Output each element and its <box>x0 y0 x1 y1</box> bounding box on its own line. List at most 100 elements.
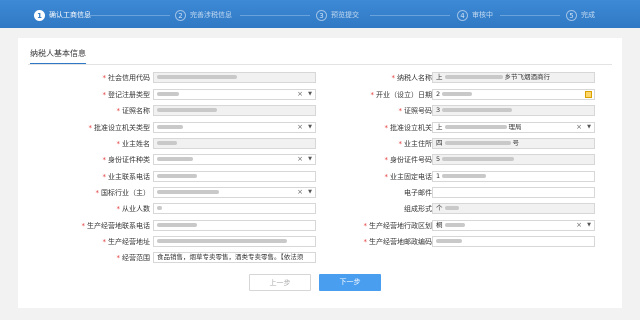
next-step-button[interactable]: 下一步 <box>319 274 381 291</box>
approve-org-row: * 批准设立机关 <box>384 124 433 132</box>
previous-step-button[interactable]: 上一步 <box>249 274 311 291</box>
redacted-value <box>157 206 162 210</box>
step-label: 预览提交 <box>331 11 359 19</box>
cert-name-row: * 证照名称 <box>116 107 151 115</box>
owner-address-field[interactable]: 四号 <box>432 138 595 149</box>
biz-phone-label: 生产经营地联系电话 <box>87 222 150 230</box>
industry-row: * 国标行业（主） <box>95 189 151 197</box>
step-number: 5 <box>566 9 577 21</box>
owner-phone-row: * 业主联系电话 <box>102 173 151 181</box>
biz-phone-row: * 生产经营地联系电话 <box>81 222 151 230</box>
redacted-value <box>442 108 513 112</box>
step-label: 完善涉税信息 <box>190 11 232 19</box>
employees-row: * 从业人数 <box>116 205 151 213</box>
email-row: 电子邮件 <box>318 187 432 199</box>
reg-type-row: * 登记注册类型 <box>102 91 151 99</box>
redacted-value <box>157 157 193 161</box>
taxpayer-name-field[interactable]: 上乡节飞烟酒商行 <box>432 72 595 83</box>
redacted-value <box>157 75 237 79</box>
postal-code-field[interactable] <box>432 236 595 247</box>
chevron-down-icon[interactable]: ▼ <box>587 123 591 132</box>
redacted-value <box>157 92 179 96</box>
calendar-icon[interactable] <box>585 91 592 98</box>
cert-no-row: * 证照号码 <box>398 107 433 115</box>
step-4: 4 审核中 <box>457 7 493 23</box>
postal-code-label: 生产经营地邮政编码 <box>369 238 432 246</box>
org-form-field[interactable]: 个 <box>432 203 595 214</box>
approve-org-label: 批准设立机关 <box>390 124 432 132</box>
approve-type-select[interactable]: × ▼ <box>153 122 316 133</box>
employees-label: 从业人数 <box>122 205 150 213</box>
credit-code-field[interactable] <box>153 72 316 83</box>
id-no-field[interactable]: 5 <box>432 154 595 165</box>
redacted-value <box>444 141 511 145</box>
redacted-value <box>442 174 487 178</box>
redacted-value <box>444 125 507 129</box>
id-no-label: 身份证件号码 <box>390 156 432 164</box>
clear-icon[interactable]: × <box>297 90 303 99</box>
step-2: 2 完善涉税信息 <box>175 7 232 23</box>
biz-scope-field[interactable]: 食品销售，烟草专卖零售，酒类专卖零售。【依法须 <box>153 252 316 263</box>
employees-field[interactable] <box>153 203 316 214</box>
cert-name-label: 证照名称 <box>122 107 150 115</box>
industry-select[interactable]: × ▼ <box>153 187 316 198</box>
owner-phone-field[interactable] <box>153 171 316 182</box>
redacted-value <box>157 141 177 145</box>
org-form-row: 组成形式 <box>318 203 432 215</box>
chevron-down-icon[interactable]: ▼ <box>587 221 591 230</box>
id-type-label: 身份证件种类 <box>108 156 150 164</box>
owner-phone-label: 业主联系电话 <box>108 173 150 181</box>
redacted-value <box>157 239 287 243</box>
redacted-value <box>157 223 197 227</box>
open-date-field[interactable]: 2 <box>432 89 595 100</box>
cert-name-field[interactable] <box>153 105 316 116</box>
clear-icon[interactable]: × <box>576 123 582 132</box>
clear-icon[interactable]: × <box>576 221 582 230</box>
biz-address-field[interactable] <box>153 236 316 247</box>
step-3: 3 预览提交 <box>316 7 359 23</box>
id-type-select[interactable]: × ▼ <box>153 154 316 165</box>
owner-name-field[interactable] <box>153 138 316 149</box>
owner-fixed-phone-row: * 业主固定电话 <box>384 173 433 181</box>
redacted-value <box>157 174 197 178</box>
biz-scope-value: 食品销售，烟草专卖零售，酒类专卖零售。【依法须 <box>157 253 304 261</box>
redacted-value <box>444 223 465 227</box>
chevron-down-icon[interactable]: ▼ <box>308 90 312 99</box>
cert-no-label: 证照号码 <box>404 107 432 115</box>
approve-org-select[interactable]: 上理局 × ▼ <box>432 122 595 133</box>
chevron-down-icon[interactable]: ▼ <box>308 188 312 197</box>
step-number: 1 <box>34 9 45 21</box>
approve-type-row: * 批准设立机关类型 <box>88 124 151 132</box>
owner-address-label: 业主住所 <box>404 140 432 148</box>
clear-icon[interactable]: × <box>297 188 303 197</box>
wizard-header: 1 确认工商信息 2 完善涉税信息 3 预览提交 4 审核中 5 完成 <box>0 0 640 28</box>
id-type-row: * 身份证件种类 <box>102 156 151 164</box>
redacted-value <box>444 206 459 210</box>
reg-type-select[interactable]: × ▼ <box>153 89 316 100</box>
email-field[interactable] <box>432 187 595 198</box>
open-date-label: 开业（设立）日期 <box>376 91 432 99</box>
owner-address-row: * 业主住所 <box>398 140 433 148</box>
chevron-down-icon[interactable]: ▼ <box>308 123 312 132</box>
owner-fixed-phone-field[interactable]: 1 <box>432 171 595 182</box>
owner-name-row: * 业主姓名 <box>116 140 151 148</box>
admin-region-select[interactable]: 桐 × ▼ <box>432 220 595 231</box>
credit-code-row: * 社会信用代码 <box>18 72 151 84</box>
required-mark: * <box>102 74 107 82</box>
redacted-value <box>157 108 217 112</box>
redacted-value <box>436 239 462 243</box>
cert-no-field[interactable]: 3 <box>432 105 595 116</box>
clear-icon[interactable]: × <box>297 123 303 132</box>
clear-icon[interactable]: × <box>297 155 303 164</box>
owner-name-label: 业主姓名 <box>122 140 150 148</box>
step-5: 5 完成 <box>566 7 595 23</box>
redacted-value <box>442 157 515 161</box>
industry-label: 国标行业（主） <box>101 189 150 197</box>
org-form-label: 组成形式 <box>404 205 432 213</box>
owner-fixed-phone-label: 业主固定电话 <box>390 173 432 181</box>
step-number: 3 <box>316 9 327 21</box>
chevron-down-icon[interactable]: ▼ <box>308 155 312 164</box>
step-1: 1 确认工商信息 <box>34 7 91 23</box>
biz-phone-field[interactable] <box>153 220 316 231</box>
biz-scope-label: 经营范围 <box>122 254 150 262</box>
